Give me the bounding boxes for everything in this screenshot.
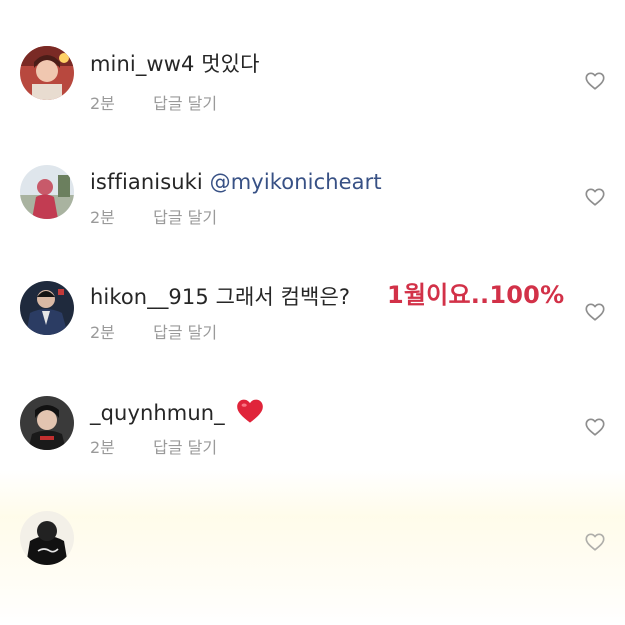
- comment-line: hikon__915 그래서 컴백은?: [90, 283, 350, 311]
- heart-outline-icon[interactable]: [584, 531, 606, 553]
- comment-time: 2분: [90, 208, 115, 227]
- comment-line: isffianisuki @myikonicheart: [90, 168, 382, 196]
- avatar[interactable]: [20, 165, 74, 219]
- comment-mention-link[interactable]: @myikonicheart: [210, 170, 382, 194]
- comment-item: [0, 0, 625, 565]
- comment-line: _quynhmun_: [90, 398, 264, 427]
- overlay-annotation: 1월이요..100%: [387, 281, 565, 309]
- comment-text: 그래서 컴백은?: [215, 285, 351, 309]
- reply-button[interactable]: 답글 달기: [153, 438, 217, 458]
- heart-outline-icon[interactable]: [584, 301, 606, 323]
- heart-outline-icon[interactable]: [584, 186, 606, 208]
- comment-meta: 2분 답글 달기: [90, 208, 217, 228]
- comment-time: 2분: [90, 438, 115, 457]
- heart-outline-icon[interactable]: [584, 416, 606, 438]
- avatar[interactable]: [20, 511, 74, 565]
- faded-overlay: [0, 470, 625, 625]
- comment-time: 2분: [90, 323, 115, 342]
- comments-screen: mini_ww4 멋있다 2분 답글 달기 isffianisuki @myik…: [0, 0, 625, 625]
- comment-username[interactable]: _quynhmun_: [90, 401, 225, 425]
- avatar[interactable]: [20, 281, 74, 335]
- comment-meta: 2분 답글 달기: [90, 323, 217, 343]
- comment-username[interactable]: hikon__915: [90, 285, 209, 309]
- reply-button[interactable]: 답글 달기: [153, 208, 217, 228]
- red-heart-icon: [236, 399, 263, 423]
- reply-button[interactable]: 답글 달기: [153, 323, 217, 343]
- comment-meta: 2분 답글 달기: [90, 438, 217, 458]
- comment-username[interactable]: isffianisuki: [90, 170, 203, 194]
- avatar[interactable]: [20, 396, 74, 450]
